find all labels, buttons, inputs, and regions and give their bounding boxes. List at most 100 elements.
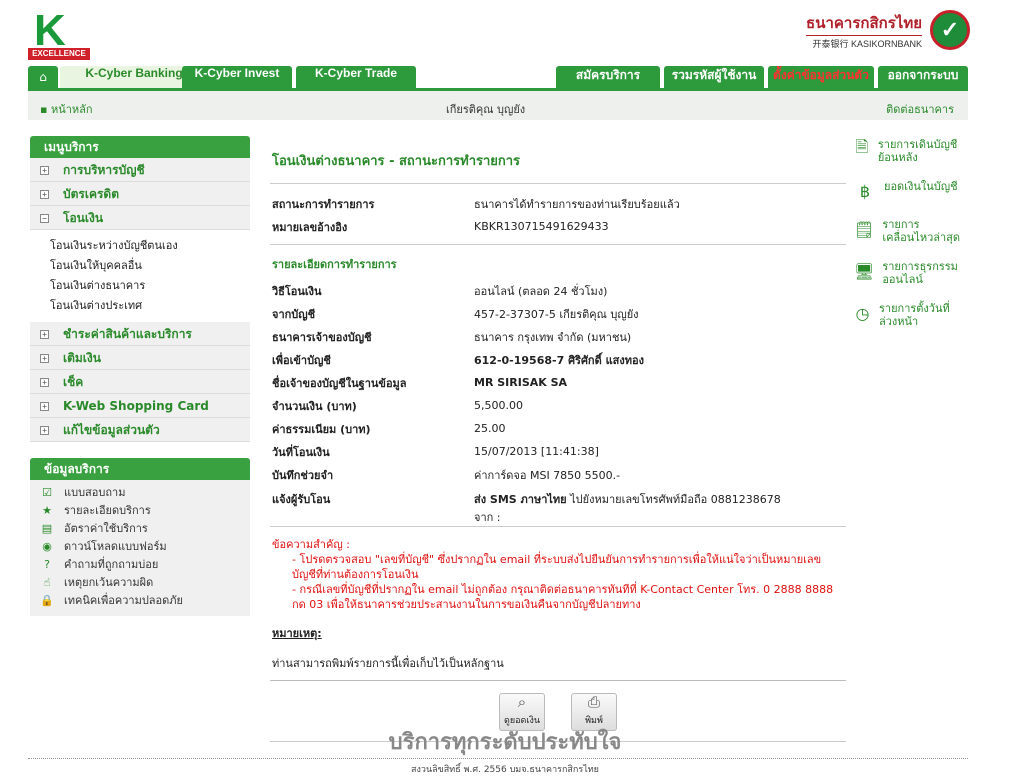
tab-profile-settings[interactable]: ตั้งค่าข้อมูลส่วนตัว [768,66,874,88]
user-name: เกียรติคุณ บุญยัง [446,103,526,116]
detail-value: 457-2-37307-5 เกียรติคุณ บุญยัง [474,307,639,321]
top-tabs: ⌂ K-Cyber Banking K-Cyber Invest K-Cyber… [28,66,968,88]
submenu-interbank[interactable]: โอนเงินต่างธนาคาร [50,276,250,296]
notify-value: ส่ง SMS ภาษาไทย ไปยังหมายเลขโทรศัพท์มือถ… [474,493,781,524]
tab-combine-user[interactable]: รวมรหัสผู้ใช้งาน [664,66,764,88]
status-value: ธนาคารได้ทำรายการของท่านเรียบร้อยแล้ว [474,197,680,211]
submenu-international[interactable]: โอนเงินต่างประเทศ [50,296,250,316]
quick-link-balance[interactable]: ฿ยอดเงินในบัญชี [854,180,964,202]
k-excellence-logo: K EXCELLENCE [28,8,92,60]
reference-label: หมายเลขอ้างอิง [272,220,348,234]
menu-top-up[interactable]: + เติมเงิน [30,346,250,370]
quick-link-statement[interactable]: 🗎 รายการเดินบัญชีย้อนหลัง [854,136,964,165]
detail-label: ธนาคารเจ้าของบัญชี [272,330,372,344]
tab-logout[interactable]: ออกจากระบบ [878,66,968,88]
hand-icon: ☝ [43,576,51,589]
magnifier-icon: ⌕ [517,693,527,711]
notify-label: แจ้งผู้รับโอน [272,493,331,506]
detail-value: 15/07/2013 [11:41:38] [474,445,599,458]
footer-slogan: บริการทุกระดับประทับใจ [388,729,622,755]
page-title: โอนเงินต่างธนาคาร - สถานะการทำรายการ [270,140,846,184]
kbank-emblem-icon: ✓ [930,10,970,50]
menu-transfer[interactable]: − โอนเงิน [30,206,250,230]
printer-icon: ⎙ [587,693,600,711]
info-disclaimer[interactable]: ☝ เหตุยกเว้นความผิด [30,574,250,592]
info-service-details[interactable]: ★ รายละเอียดบริการ [30,502,250,520]
info-download-forms[interactable]: ◉ ดาวน์โหลดแบบฟอร์ม [30,538,250,556]
detail-label: วิธีโอนเงิน [272,284,322,298]
expand-icon[interactable]: + [40,330,49,339]
detail-label: วันที่โอนเงิน [272,445,330,459]
clock-icon: ◷ [855,303,870,323]
detail-title: รายละเอียดการทำรายการ [272,258,397,271]
menu-bill-payment[interactable]: + ชำระค่าสินค้าและบริการ [30,322,250,346]
divider [270,244,846,245]
expand-icon[interactable]: + [40,402,49,411]
quick-link-recent[interactable]: 🗒 รายการเคลื่อนไหวล่าสุด [854,218,964,244]
transfer-result: โอนเงินต่างธนาคาร - สถานะการทำรายการ สถา… [270,140,846,742]
menu-account-management[interactable]: + การบริหารบัญชี [30,158,250,182]
detail-label: เพื่อเข้าบัญชี [272,353,331,367]
bank-name-en: 开泰银行 KASIKORNBANK [806,34,922,50]
question-icon: ? [44,558,50,571]
menu-edit-profile[interactable]: + แก้ไขข้อมูลส่วนตัว [30,418,250,442]
detail-value: 612-0-19568-7 ศิริศักดิ์ แสงทอง [474,353,644,367]
footer-copyright: สงวนลิขสิทธิ์ พ.ศ. 2556 บมจ.ธนาคารกสิกรไ… [411,765,599,775]
remark-heading: หมายเหตุ: [272,627,322,640]
calculator-icon: ▤ [41,522,53,535]
kasikornbank-logo: ธนาคารกสิกรไทย 开泰银行 KASIKORNBANK ✓ [806,10,970,50]
service-info-title: ข้อมูลบริการ [30,458,250,480]
detail-label: บันทึกช่วยจำ [272,468,334,482]
checkbox-icon: ☑ [42,486,52,499]
info-survey[interactable]: ☑ แบบสอบถาม [30,484,250,502]
star-icon: ★ [42,504,52,517]
detail-value: ออนไลน์ (ตลอด 24 ชั่วโมง) [474,284,608,298]
expand-icon[interactable]: + [40,190,49,199]
detail-value: ธนาคาร กรุงเทพ จำกัด (มหาชน) [474,330,632,344]
tab-k-cyber-invest[interactable]: K-Cyber Invest [182,66,292,88]
remark-text: ท่านสามารถพิมพ์รายการนี้เพื่อเก็บไว้เป็น… [270,654,846,681]
menu-shopping-card[interactable]: + K-Web Shopping Card [30,394,250,418]
expand-icon[interactable]: + [40,166,49,175]
service-info: ข้อมูลบริการ ☑ แบบสอบถาม ★ รายละเอียดบริกา… [30,458,250,616]
computer-icon: 🖥 [854,261,875,281]
expand-icon[interactable]: + [40,426,49,435]
info-faq[interactable]: ? คำถามที่ถูกถามบ่อย [30,556,250,574]
detail-label: ชื่อเจ้าของบัญชีในฐานข้อมูล [272,376,407,390]
detail-label: จำนวนเงิน (บาท) [272,399,357,413]
transfer-submenu: โอนเงินระหว่างบัญชีตนเอง โอนเงินให้บุคคล… [30,230,250,322]
detail-value: ค่าการ์ดจอ MSI 7850 5500.- [474,468,621,482]
contact-bank-link[interactable]: ติดต่อธนาคาร [886,100,954,118]
submenu-own-account[interactable]: โอนเงินระหว่างบัญชีตนเอง [50,236,250,256]
lock-icon: 🔒 [40,594,54,607]
quick-links: 🗎 รายการเดินบัญชีย้อนหลัง ฿ยอดเงินในบัญชี… [854,136,964,344]
quick-link-scheduled[interactable]: ◷ รายการตั้งวันที่ล่วงหน้า [854,302,964,328]
detail-label: จากบัญชี [272,307,316,321]
collapse-icon[interactable]: − [40,214,49,223]
info-fees[interactable]: ▤ อัตราค่าใช้บริการ [30,520,250,538]
important-notice: ข้อความสำคัญ : - โปรดตรวจสอบ "เลขที่บัญช… [272,538,834,611]
status-label: สถานะการทำรายการ [272,197,375,211]
footer-divider [28,758,968,759]
submenu-other-person[interactable]: โอนเงินให้บุคคลอื่น [50,256,250,276]
expand-icon[interactable]: + [40,378,49,387]
home-link[interactable]: ▪ หน้าหลัก [40,100,93,118]
divider [270,526,846,527]
sub-bar: ▪ หน้าหลัก เกียรติคุณ บุญยัง ติดต่อธนาคา… [28,88,968,120]
detail-value: 25.00 [474,422,506,435]
info-security-tips[interactable]: 🔒 เทคนิคเพื่อความปลอดภัย [30,592,250,610]
detail-label: ค่าธรรมเนียม (บาท) [272,422,371,436]
quick-link-online[interactable]: 🖥 รายการธุรกรรมออนไลน์ [854,260,964,286]
home-tab-icon[interactable]: ⌂ [28,66,58,88]
money-bag-icon: ฿ [859,181,871,201]
service-menu: เมนูบริการ + การบริหารบัญชี + บัตรเครดิต −… [30,136,250,442]
expand-icon[interactable]: + [40,354,49,363]
document-check-icon: 🗎 [855,136,869,156]
tab-k-cyber-trade[interactable]: K-Cyber Trade [296,66,416,88]
menu-credit-card[interactable]: + บัตรเครดิต [30,182,250,206]
bank-name-th: ธนาคารกสิกรไทย [806,13,922,32]
detail-value: 5,500.00 [474,399,523,412]
detail-value: MR SIRISAK SA [474,376,568,389]
tab-register[interactable]: สมัครบริการ [556,66,660,88]
menu-cheque[interactable]: + เช็ค [30,370,250,394]
